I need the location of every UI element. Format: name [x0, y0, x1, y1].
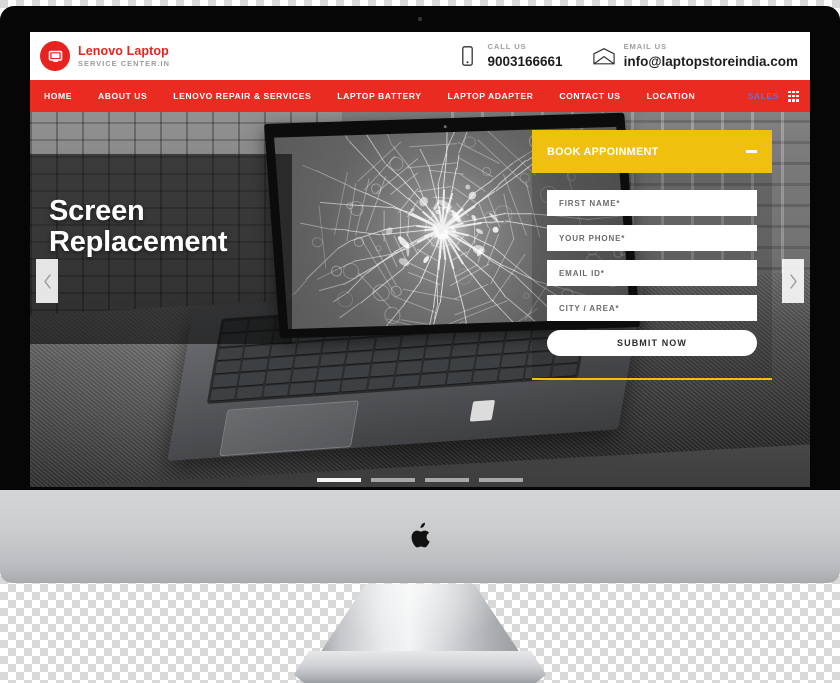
nav-item-location[interactable]: LOCATION — [647, 91, 696, 101]
carousel-indicator-3[interactable] — [425, 478, 469, 482]
carousel-indicator-1[interactable] — [317, 478, 361, 482]
main-navigation: HOME ABOUT US LENOVO REPAIR & SERVICES L… — [30, 80, 810, 112]
first-name-field[interactable]: FIRST NAME* — [547, 190, 757, 216]
nav-item-sales[interactable]: SALES — [748, 91, 779, 101]
hero-title: Screen Replacement — [49, 195, 309, 259]
email-placeholder: EMAIL ID* — [559, 268, 605, 278]
monitor-icon — [40, 41, 70, 71]
city-area-field[interactable]: CITY / AREA* — [547, 295, 757, 321]
contact-email-label: EMAIL US — [623, 42, 667, 52]
header-contacts: CALL US 9003166661 EMAIL US info@laptops… — [456, 43, 798, 68]
contact-phone-label: CALL US — [487, 42, 527, 52]
carousel-prev-button[interactable] — [36, 259, 58, 303]
nav-item-home[interactable]: HOME — [44, 91, 72, 101]
nav-item-lenovo-repair-services[interactable]: LENOVO REPAIR & SERVICES — [173, 91, 311, 101]
contact-email[interactable]: EMAIL US info@laptopstoreindia.com — [592, 42, 798, 70]
apple-logo — [411, 522, 430, 547]
nav-right-group: SALES — [748, 90, 799, 102]
submit-now-label: SUBMIT NOW — [617, 338, 687, 348]
laptop-trackpad — [219, 400, 360, 457]
contact-email-value: info@laptopstoreindia.com — [623, 54, 798, 70]
imac-stand-neck — [316, 584, 524, 659]
submit-now-button[interactable]: SUBMIT NOW — [547, 330, 757, 356]
brand-title: Lenovo Laptop — [78, 43, 169, 58]
carousel-indicators — [30, 478, 810, 482]
envelope-icon — [592, 44, 615, 68]
site-header: Lenovo Laptop SERVICE CENTER.IN CALL US … — [30, 32, 810, 80]
brand-logo[interactable]: Lenovo Laptop SERVICE CENTER.IN — [40, 41, 170, 71]
nav-item-laptop-adapter[interactable]: LAPTOP ADAPTER — [448, 91, 534, 101]
booking-form-title: BOOK APPOINMENT — [547, 145, 659, 158]
phone-icon — [456, 44, 478, 68]
city-area-placeholder: CITY / AREA* — [559, 303, 620, 313]
hero-carousel: Screen Replacement BOOK APPOINMENT FIRST… — [30, 112, 810, 487]
brand-subtitle: SERVICE CENTER.IN — [78, 59, 171, 69]
booking-form-panel: BOOK APPOINMENT FIRST NAME* YOUR PHONE* … — [532, 130, 772, 380]
monitor-bezel: Lenovo Laptop SERVICE CENTER.IN CALL US … — [0, 6, 840, 490]
first-name-placeholder: FIRST NAME* — [559, 198, 621, 208]
booking-form-header[interactable]: BOOK APPOINMENT — [532, 130, 772, 173]
hero-title-line2: Replacement — [49, 226, 228, 259]
nav-item-contact-us[interactable]: CONTACT US — [559, 91, 620, 101]
email-field[interactable]: EMAIL ID* — [547, 260, 757, 286]
nav-item-about-us[interactable]: ABOUT US — [98, 91, 147, 101]
chevron-right-icon — [789, 273, 797, 289]
nav-item-laptop-battery[interactable]: LAPTOP BATTERY — [337, 91, 421, 101]
contact-phone-value: 9003166661 — [487, 54, 563, 70]
monitor-chin — [0, 490, 840, 583]
apps-grid-icon[interactable] — [788, 90, 799, 102]
contact-phone[interactable]: CALL US 9003166661 — [456, 42, 563, 70]
hero-title-line1: Screen — [49, 195, 145, 227]
minus-icon[interactable] — [746, 150, 757, 153]
phone-placeholder: YOUR PHONE* — [559, 233, 626, 243]
screen-viewport: Lenovo Laptop SERVICE CENTER.IN CALL US … — [30, 32, 810, 487]
carousel-indicator-2[interactable] — [371, 478, 415, 482]
webcam-dot — [418, 17, 422, 21]
carousel-next-button[interactable] — [782, 259, 804, 303]
imac-stand-base — [294, 651, 546, 683]
imac-mockup: Lenovo Laptop SERVICE CENTER.IN CALL US … — [0, 6, 840, 683]
chevron-left-icon — [43, 273, 51, 289]
booking-form-body: FIRST NAME* YOUR PHONE* EMAIL ID* CITY /… — [532, 173, 772, 378]
carousel-indicator-4[interactable] — [479, 478, 523, 482]
phone-field[interactable]: YOUR PHONE* — [547, 225, 757, 251]
laptop-sticker — [469, 399, 496, 422]
